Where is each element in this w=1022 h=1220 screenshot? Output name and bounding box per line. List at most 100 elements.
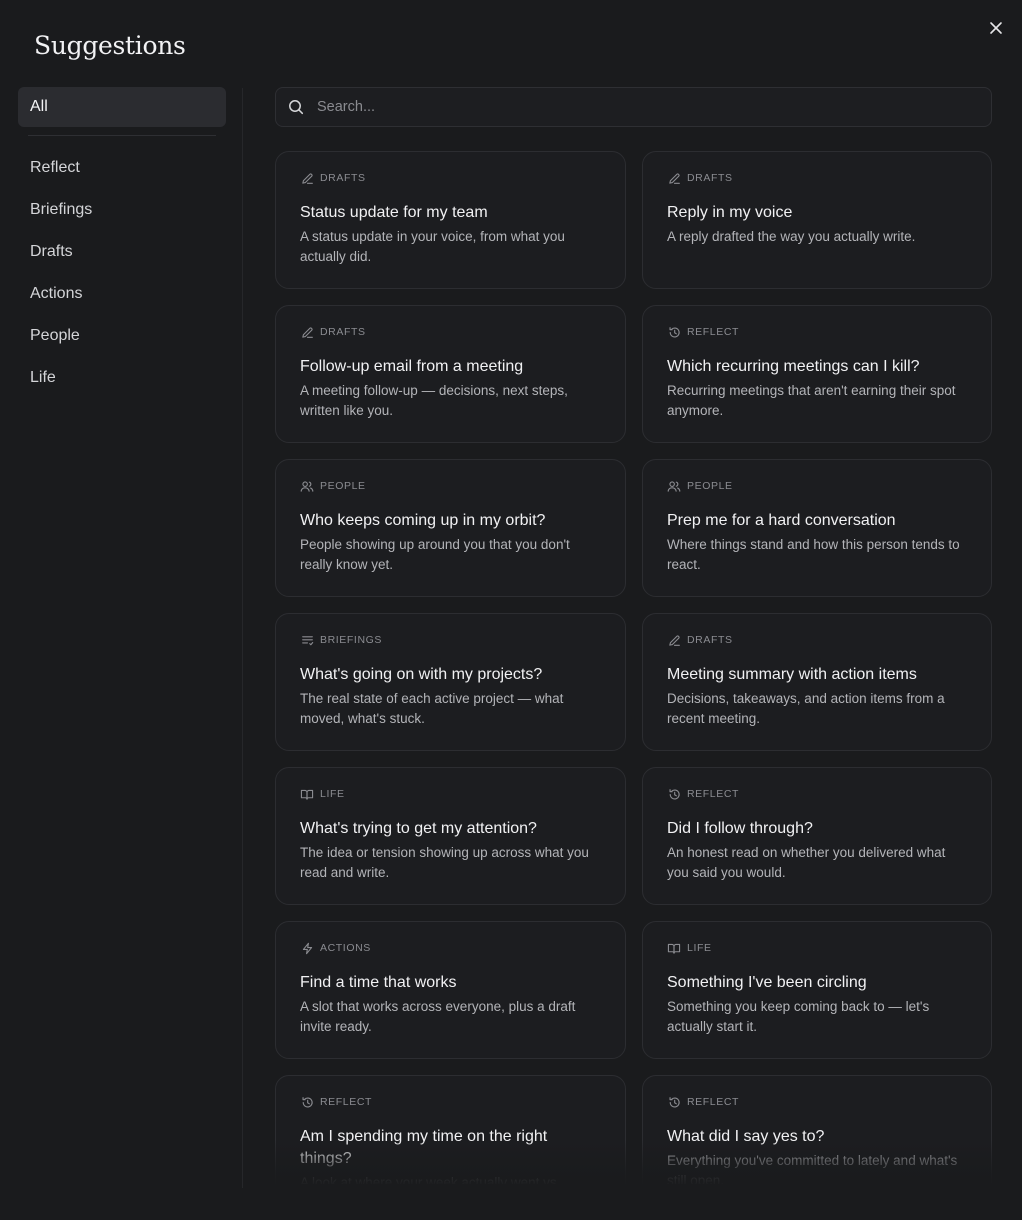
category-label: DRAFTS bbox=[320, 326, 366, 338]
category-label: BRIEFINGS bbox=[320, 634, 382, 646]
sidebar-divider bbox=[28, 135, 216, 136]
category-tag: REFLECT bbox=[667, 1095, 967, 1109]
category-label: DRAFTS bbox=[320, 172, 366, 184]
category-label: REFLECT bbox=[687, 1096, 740, 1108]
card-title: Who keeps coming up in my orbit? bbox=[300, 512, 546, 529]
card-title: Find a time that works bbox=[300, 974, 457, 991]
card-title: Something I've been circling bbox=[667, 974, 867, 991]
category-label: DRAFTS bbox=[687, 172, 733, 184]
category-tag: ACTIONS bbox=[300, 941, 601, 955]
search-bar bbox=[275, 87, 992, 127]
card-description: Decisions, takeaways, and action items f… bbox=[667, 691, 945, 726]
card-title: Meeting summary with action items bbox=[667, 666, 917, 683]
sidebar-item-life[interactable]: Life bbox=[18, 357, 226, 399]
card-description: A status update in your voice, from what… bbox=[300, 229, 565, 264]
pencil-icon bbox=[667, 171, 681, 185]
card-description: The real state of each active project — … bbox=[300, 691, 564, 726]
pencil-icon bbox=[300, 325, 314, 339]
sidebar-item-briefings[interactable]: Briefings bbox=[18, 189, 226, 231]
card-description: An honest read on whether you delivered … bbox=[667, 845, 946, 880]
suggestions-dialog: Suggestions All Reflect Briefings Drafts Ac… bbox=[0, 0, 1022, 1220]
category-sidebar: All Reflect Briefings Drafts Actions People L… bbox=[18, 87, 226, 399]
suggestion-card[interactable]: LIFE What's trying to get my attention? Th… bbox=[275, 767, 626, 905]
close-button[interactable] bbox=[982, 14, 1010, 42]
sidebar-item-all[interactable]: All bbox=[18, 87, 226, 127]
sidebar-item-label: Life bbox=[30, 369, 56, 386]
bolt-icon bbox=[300, 941, 314, 955]
sidebar-border bbox=[242, 88, 243, 1188]
suggestion-card[interactable]: REFLECT Which recurring meetings can I ki… bbox=[642, 305, 992, 443]
suggestions-grid: DRAFTS Status update for my team A status … bbox=[275, 151, 992, 1184]
category-label: LIFE bbox=[320, 788, 345, 800]
sidebar-list: Reflect Briefings Drafts Actions People Life bbox=[18, 147, 226, 399]
sidebar-item-drafts[interactable]: Drafts bbox=[18, 231, 226, 273]
sidebar-item-people[interactable]: People bbox=[18, 315, 226, 357]
category-label: PEOPLE bbox=[320, 480, 366, 492]
sidebar-item-label: Actions bbox=[30, 285, 83, 302]
card-title: Which recurring meetings can I kill? bbox=[667, 358, 920, 375]
category-label: REFLECT bbox=[687, 326, 740, 338]
suggestion-card[interactable]: DRAFTS Follow-up email from a meeting A me… bbox=[275, 305, 626, 443]
history-icon bbox=[667, 787, 681, 801]
card-description: People showing up around you that you do… bbox=[300, 537, 570, 572]
book-icon bbox=[667, 941, 681, 955]
page-title: Suggestions bbox=[34, 31, 186, 60]
suggestion-card[interactable]: BRIEFINGS What's going on with my project… bbox=[275, 613, 626, 751]
category-tag: DRAFTS bbox=[667, 171, 967, 185]
category-tag: REFLECT bbox=[667, 787, 967, 801]
category-label: DRAFTS bbox=[687, 634, 733, 646]
suggestion-card[interactable]: DRAFTS Status update for my team A status … bbox=[275, 151, 626, 289]
category-tag: REFLECT bbox=[300, 1095, 601, 1109]
suggestion-card[interactable]: REFLECT Did I follow through? An honest re… bbox=[642, 767, 992, 905]
card-description: Something you keep coming back to — let'… bbox=[667, 999, 930, 1034]
card-title: Am I spending my time on the right thing… bbox=[300, 1128, 548, 1167]
category-tag: PEOPLE bbox=[300, 479, 601, 493]
card-description: A look at where your week actually went … bbox=[300, 1175, 557, 1184]
history-icon bbox=[300, 1095, 314, 1109]
card-title: Did I follow through? bbox=[667, 820, 813, 837]
search-input[interactable] bbox=[315, 98, 959, 116]
suggestion-card[interactable]: DRAFTS Meeting summary with action items D… bbox=[642, 613, 992, 751]
category-label: PEOPLE bbox=[687, 480, 733, 492]
category-label: REFLECT bbox=[320, 1096, 373, 1108]
people-icon bbox=[300, 479, 314, 493]
suggestion-card[interactable]: DRAFTS Reply in my voice A reply drafted t… bbox=[642, 151, 992, 289]
card-description: Everything you've committed to lately an… bbox=[667, 1153, 958, 1184]
card-title: Reply in my voice bbox=[667, 204, 793, 221]
category-tag: PEOPLE bbox=[667, 479, 967, 493]
close-icon bbox=[989, 21, 1003, 35]
suggestion-card[interactable]: PEOPLE Prep me for a hard conversation Whe… bbox=[642, 459, 992, 597]
category-tag: DRAFTS bbox=[300, 171, 601, 185]
card-title: What's going on with my projects? bbox=[300, 666, 543, 683]
suggestion-card[interactable]: ACTIONS Find a time that works A slot that… bbox=[275, 921, 626, 1059]
card-description: The idea or tension showing up across wh… bbox=[300, 845, 589, 880]
sidebar-item-label: Drafts bbox=[30, 243, 73, 260]
category-tag: DRAFTS bbox=[300, 325, 601, 339]
card-description: A slot that works across everyone, plus … bbox=[300, 999, 576, 1034]
sidebar-item-reflect[interactable]: Reflect bbox=[18, 147, 226, 189]
category-tag: LIFE bbox=[667, 941, 967, 955]
card-title: Follow-up email from a meeting bbox=[300, 358, 524, 375]
suggestion-card[interactable]: PEOPLE Who keeps coming up in my orbit? Pe… bbox=[275, 459, 626, 597]
card-title: Prep me for a hard conversation bbox=[667, 512, 896, 529]
card-title: Status update for my team bbox=[300, 204, 488, 221]
category-tag: BRIEFINGS bbox=[300, 633, 601, 647]
category-tag: DRAFTS bbox=[667, 633, 967, 647]
category-tag: REFLECT bbox=[667, 325, 967, 339]
sidebar-item-actions[interactable]: Actions bbox=[18, 273, 226, 315]
category-tag: LIFE bbox=[300, 787, 601, 801]
suggestion-card[interactable]: REFLECT Am I spending my time on the righ… bbox=[275, 1075, 626, 1184]
card-title: What did I say yes to? bbox=[667, 1128, 825, 1145]
card-description: Recurring meetings that aren't earning t… bbox=[667, 383, 956, 418]
list-icon bbox=[300, 633, 314, 647]
category-label: REFLECT bbox=[687, 788, 740, 800]
suggestions-scroll-area[interactable]: DRAFTS Status update for my team A status … bbox=[275, 151, 992, 1184]
sidebar-item-label: Reflect bbox=[30, 159, 80, 176]
suggestion-card[interactable]: REFLECT What did I say yes to? Everything … bbox=[642, 1075, 992, 1184]
card-description: Where things stand and how this person t… bbox=[667, 537, 960, 572]
category-label: LIFE bbox=[687, 942, 712, 954]
search-icon bbox=[288, 99, 304, 115]
people-icon bbox=[667, 479, 681, 493]
suggestion-card[interactable]: LIFE Something I've been circling Somethin… bbox=[642, 921, 992, 1059]
history-icon bbox=[667, 1095, 681, 1109]
